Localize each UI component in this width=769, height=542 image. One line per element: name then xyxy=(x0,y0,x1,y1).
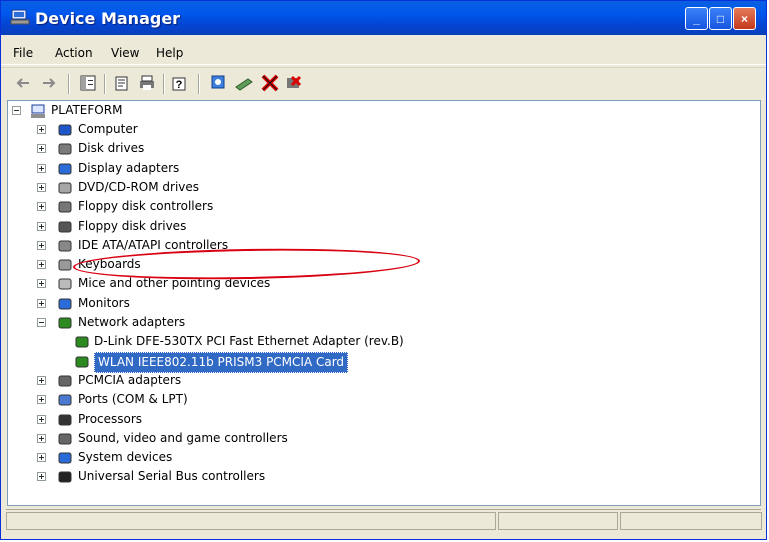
print-icon[interactable] xyxy=(137,73,157,93)
menu-action[interactable]: Action xyxy=(55,46,93,60)
expand-icon[interactable] xyxy=(37,182,46,192)
expand-icon[interactable] xyxy=(37,260,46,270)
tree-item-label: Ports (COM & LPT) xyxy=(78,392,188,407)
tree-item-label: Universal Serial Bus controllers xyxy=(78,469,266,484)
tree-item-label: Monitors xyxy=(78,295,130,310)
floppy-controller-icon xyxy=(58,201,72,213)
expand-icon[interactable] xyxy=(37,414,46,424)
collapse-icon[interactable] xyxy=(37,318,46,327)
status-cell xyxy=(498,512,618,530)
tree-item-label: Processors xyxy=(78,411,143,426)
expand-icon[interactable] xyxy=(37,240,46,250)
menu-help[interactable]: Help xyxy=(156,46,183,60)
expand-icon[interactable] xyxy=(37,298,46,308)
toolbar-separator xyxy=(68,74,69,94)
expand-icon[interactable] xyxy=(37,472,46,482)
menu-bar: File Action View Help xyxy=(1,40,766,65)
sound-icon xyxy=(58,433,72,445)
expand-icon[interactable] xyxy=(37,453,46,463)
expand-icon[interactable] xyxy=(37,144,46,154)
monitor-icon xyxy=(58,298,72,310)
toolbar-separator xyxy=(163,74,164,94)
scan-hardware-icon[interactable] xyxy=(208,73,228,93)
expand-icon[interactable] xyxy=(37,375,46,385)
expand-icon[interactable] xyxy=(37,433,46,443)
tree-item-label: System devices xyxy=(78,450,173,465)
expand-icon[interactable] xyxy=(37,163,46,173)
tree-item-label: Mice and other pointing devices xyxy=(78,276,271,291)
forward-icon[interactable] xyxy=(39,73,59,93)
menu-view[interactable]: View xyxy=(111,46,139,60)
computer-icon xyxy=(31,104,45,118)
ports-icon xyxy=(58,394,72,406)
tree-item-label: D-Link DFE-530TX PCI Fast Ethernet Adapt… xyxy=(94,334,404,349)
tree-item-label: PCMCIA adapters xyxy=(78,372,182,387)
network-adapter-icon xyxy=(58,317,72,329)
expand-icon[interactable] xyxy=(37,279,46,289)
toolbar-separator xyxy=(198,74,199,94)
uninstall-icon[interactable] xyxy=(284,73,304,93)
expand-icon[interactable] xyxy=(37,125,46,134)
pcmcia-adapter-icon xyxy=(58,375,72,387)
properties-icon[interactable] xyxy=(112,73,132,93)
cdrom-drive-icon xyxy=(58,182,72,194)
tree-item-label: Computer xyxy=(78,122,138,136)
disable-device-icon[interactable] xyxy=(260,73,280,93)
expand-icon[interactable] xyxy=(37,202,46,212)
keyboard-icon xyxy=(58,259,72,271)
expand-icon[interactable] xyxy=(37,395,46,405)
toolbar: ? xyxy=(1,67,766,98)
network-adapter-icon xyxy=(75,356,89,368)
title-bar[interactable]: Device Manager _ □ × xyxy=(1,1,766,35)
tree-item-label: IDE ATA/ATAPI controllers xyxy=(78,237,229,252)
status-cell xyxy=(620,512,762,530)
processor-icon xyxy=(58,414,72,425)
root-label: PLATEFORM xyxy=(51,103,123,117)
mouse-icon xyxy=(58,278,72,290)
svg-text:?: ? xyxy=(176,79,183,91)
tree-item-label: Disk drives xyxy=(78,141,145,156)
expand-icon[interactable] xyxy=(37,221,46,231)
tree-item-label: Floppy disk controllers xyxy=(78,199,214,214)
collapse-icon[interactable] xyxy=(12,106,21,115)
tree-item-label: Network adapters xyxy=(78,315,186,329)
selected-device-label: WLAN IEEE802.11b PRISM3 PCMCIA Card xyxy=(94,351,349,373)
network-adapter-icon xyxy=(75,336,89,348)
tree-item-label: DVD/CD-ROM drives xyxy=(78,179,200,194)
tree-item-label: Keyboards xyxy=(78,257,141,272)
status-cell-main xyxy=(6,512,496,530)
help-icon[interactable]: ? xyxy=(170,73,190,93)
usb-icon xyxy=(58,471,72,483)
status-bar xyxy=(6,509,762,534)
tree-item-label: Display adapters xyxy=(78,160,180,175)
console-tree-icon[interactable] xyxy=(78,73,98,93)
system-device-icon xyxy=(58,452,72,464)
close-button[interactable]: × xyxy=(733,7,756,30)
device-manager-icon xyxy=(10,9,30,25)
display-adapter-icon xyxy=(58,163,72,175)
device-tree[interactable]: PLATEFORM Computer Disk drives Display ada… xyxy=(7,100,761,506)
tree-item-label: Sound, video and game controllers xyxy=(78,430,288,445)
minimize-button[interactable]: _ xyxy=(685,7,708,30)
maximize-button[interactable]: □ xyxy=(709,7,732,30)
disk-drive-icon xyxy=(58,143,72,155)
window-title: Device Manager xyxy=(35,9,181,28)
device-manager-window: Device Manager _ □ × File Action View He… xyxy=(0,0,767,540)
update-driver-icon[interactable] xyxy=(234,73,254,93)
back-icon[interactable] xyxy=(13,73,33,93)
floppy-drive-icon xyxy=(58,221,72,232)
menu-file[interactable]: File xyxy=(13,46,33,60)
computer-icon xyxy=(58,124,72,136)
ide-controller-icon xyxy=(58,240,72,252)
toolbar-separator xyxy=(104,74,105,94)
tree-item-label: Floppy disk drives xyxy=(78,218,187,233)
